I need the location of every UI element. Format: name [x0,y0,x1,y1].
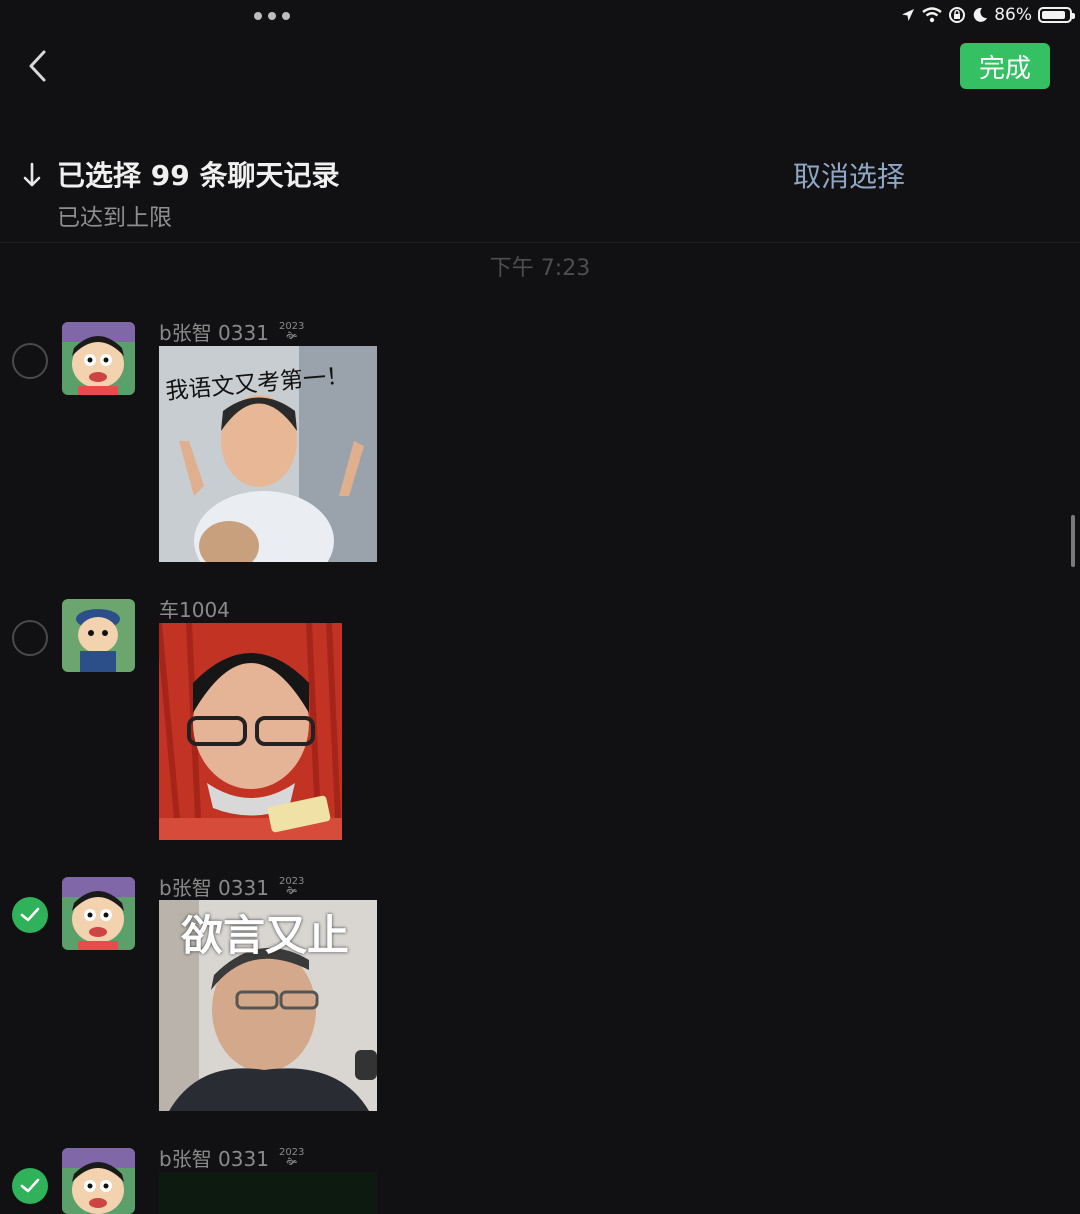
sender-name: b张智 0331 2023 🙞 [159,875,305,900]
checkmark-icon [20,1178,40,1193]
do-not-disturb-icon [973,7,988,22]
checkmark-icon [20,907,40,922]
sticker-image[interactable]: 欲言又止 [159,900,377,1111]
sender-name: b张智 0331 2023 🙞 [159,1146,305,1171]
divider [0,242,1080,243]
sticker-image[interactable] [159,623,342,840]
sticker-image[interactable] [159,1172,377,1214]
battery-percent: 86% [994,5,1032,25]
select-checkbox[interactable] [12,620,48,656]
sender-name: b张智 0331 2023 🙞 [159,320,305,345]
battery-icon [1038,7,1075,23]
scroll-indicator[interactable] [1071,515,1075,567]
year-badge: 2023 🙞 [278,875,305,897]
selection-count-title: 已选择 99 条聊天记录 [57,159,340,192]
sticker-caption: 欲言又止 [181,911,350,960]
sticker-image[interactable]: 我语文又考第一！ [159,346,377,562]
wifi-icon [922,7,942,23]
avatar[interactable] [62,877,135,950]
back-chevron-icon[interactable] [22,46,56,86]
select-checkbox-checked[interactable] [12,1168,48,1204]
avatar[interactable] [62,599,135,672]
location-icon [902,9,915,21]
message-timestamp: 下午 7:23 [489,256,591,281]
select-checkbox-checked[interactable] [12,897,48,933]
arrow-down-icon [23,162,41,187]
status-bar: 86% [900,4,1075,26]
selection-limit-note: 已达到上限 [57,205,172,231]
cancel-selection-button[interactable]: 取消选择 [793,155,905,195]
select-checkbox[interactable] [12,343,48,379]
year-badge: 2023 🙞 [278,1146,305,1168]
avatar[interactable] [62,1148,135,1214]
avatar[interactable] [62,322,135,395]
rotation-lock-icon [949,7,966,23]
done-button[interactable]: 完成 [960,43,1050,89]
sender-name: 车1004 [159,598,230,622]
multitasking-dots[interactable] [254,12,290,20]
year-badge: 2023 🙞 [278,320,305,342]
